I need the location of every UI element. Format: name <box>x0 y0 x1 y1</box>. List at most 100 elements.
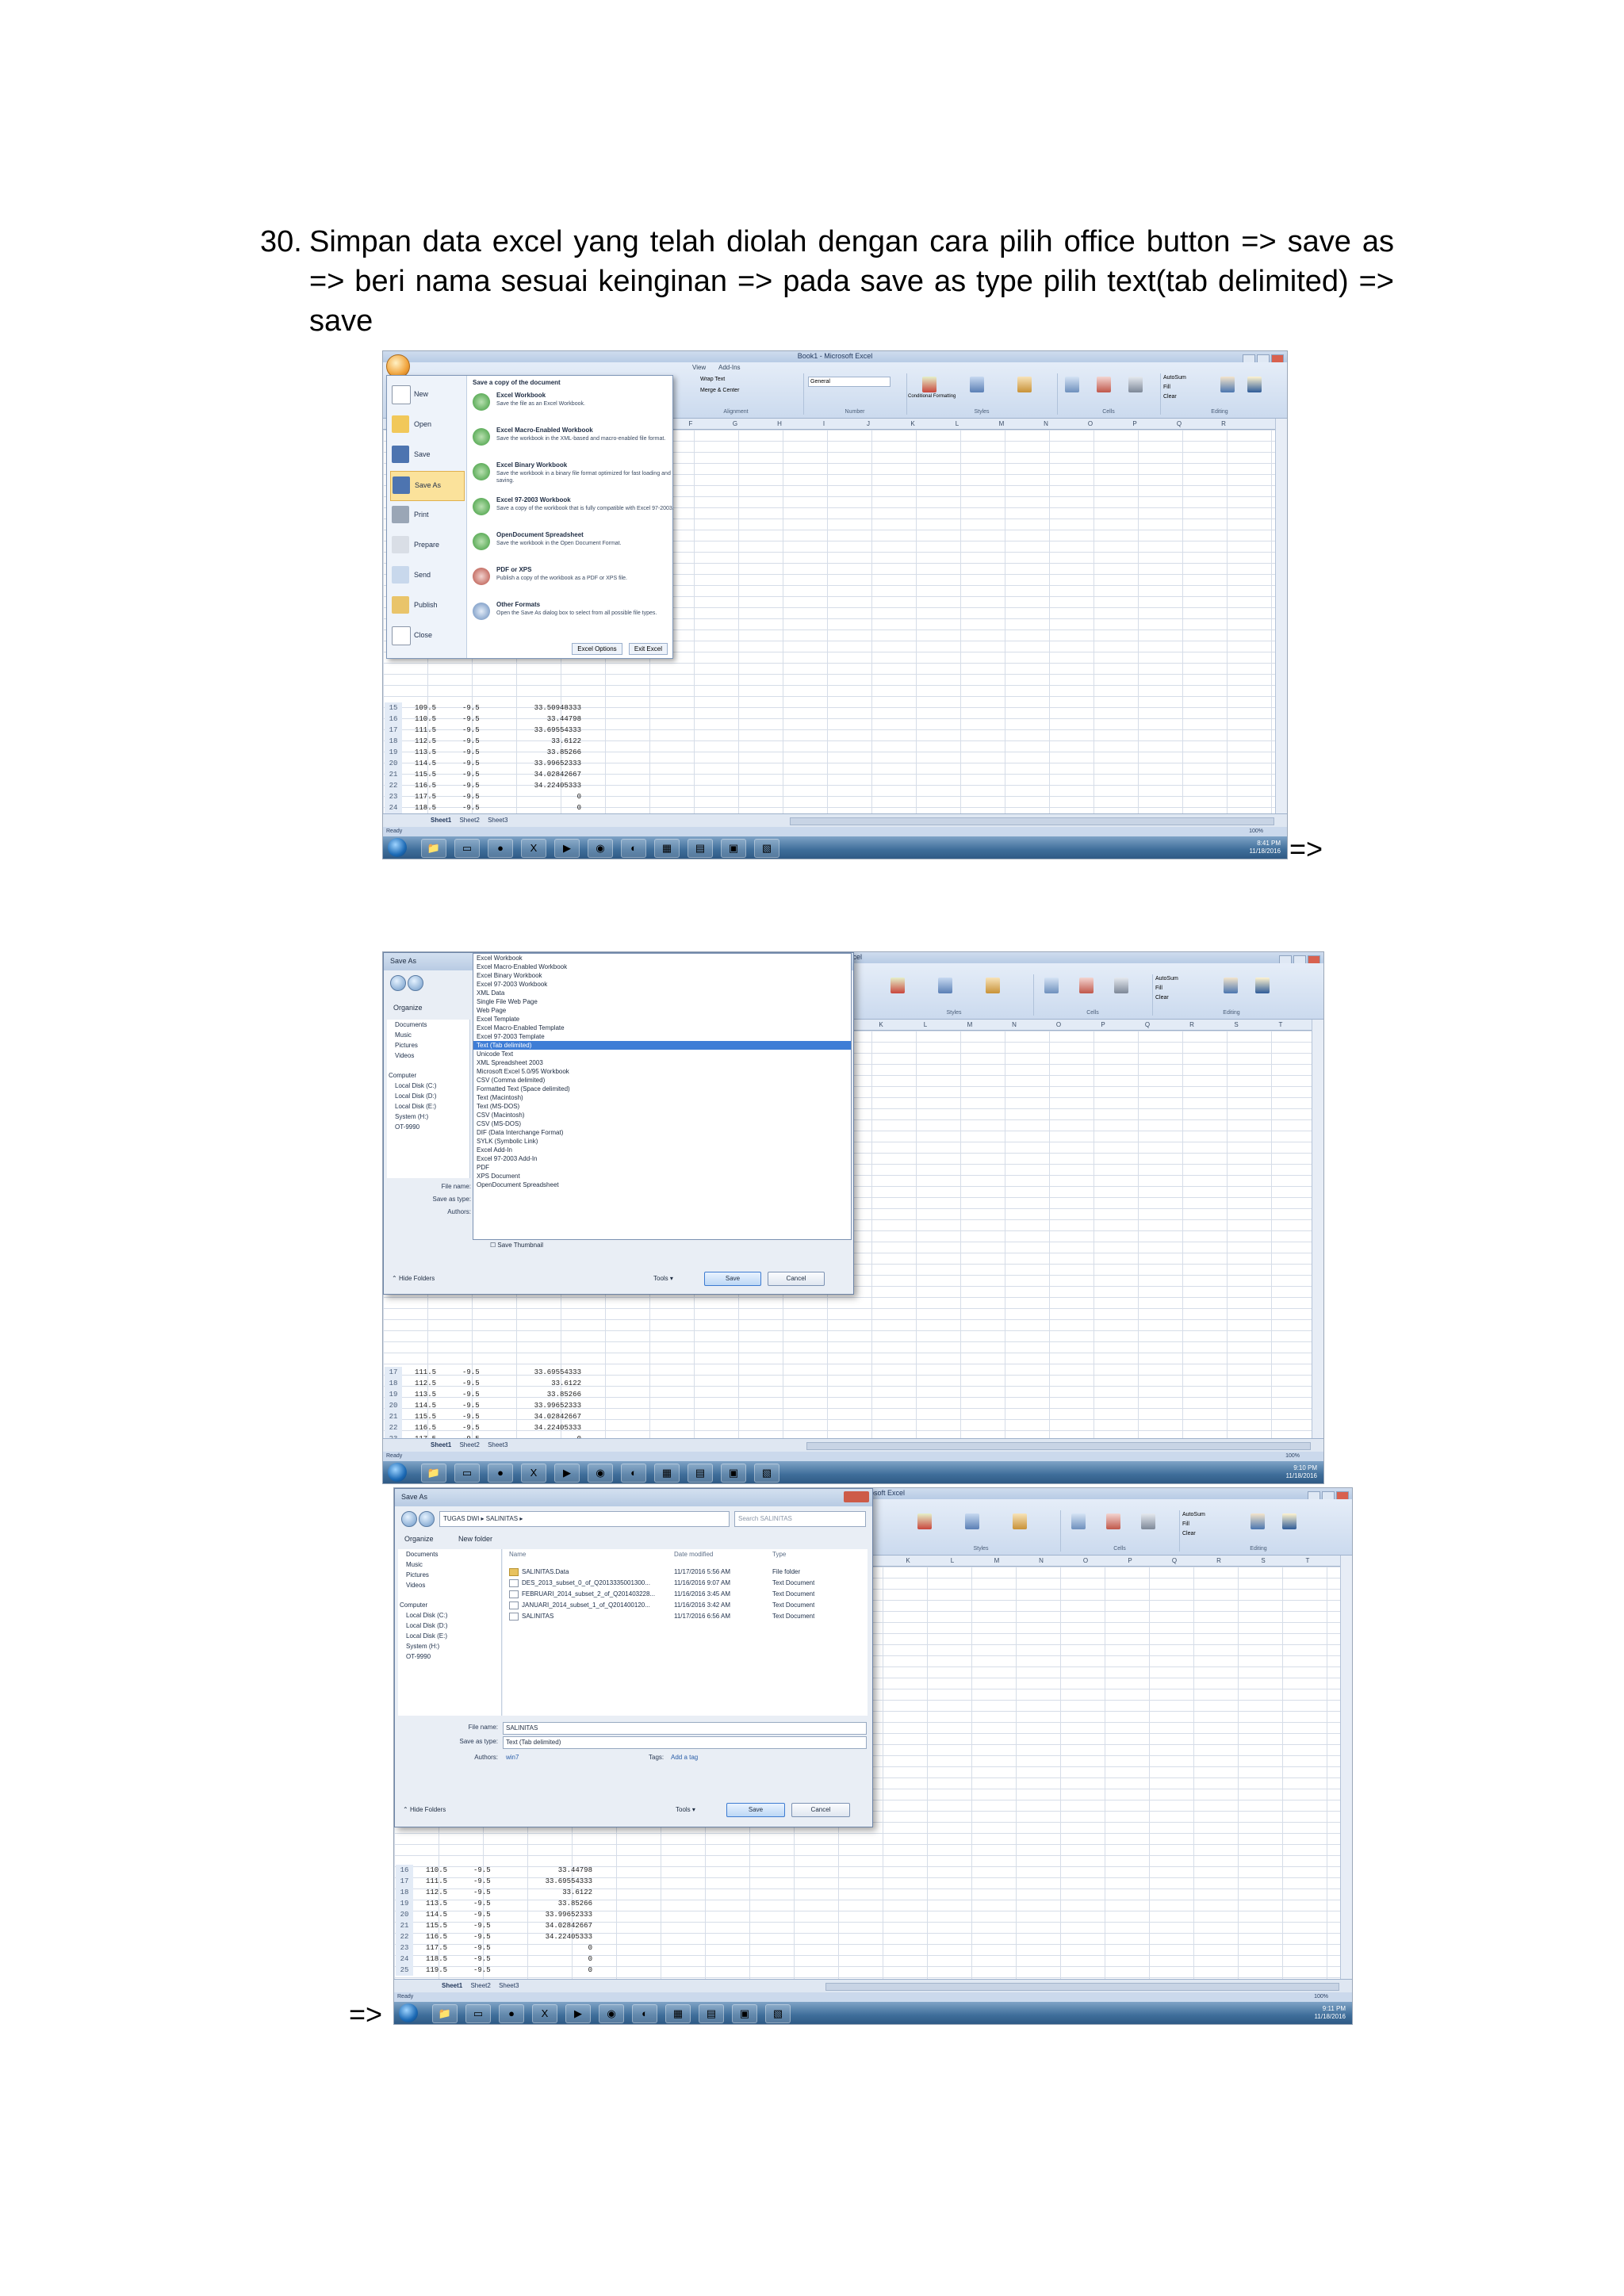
delete-icon[interactable] <box>1079 978 1094 993</box>
format-icon[interactable] <box>1114 978 1128 993</box>
system-clock[interactable]: 9:11 PM 11/18/2016 <box>1315 2005 1346 2021</box>
column-header[interactable]: P <box>1081 1020 1125 1030</box>
file-type-option[interactable]: Excel 97-2003 Add-In <box>473 1154 851 1163</box>
cell-value[interactable]: 33.85266 <box>513 1898 592 1909</box>
cell-y[interactable]: -9.5 <box>462 1422 480 1433</box>
save-option-excel-workbook[interactable]: Excel Workbook Save the file as an Excel … <box>471 390 668 423</box>
column-date[interactable]: Date modified <box>674 1551 713 1558</box>
app-icon[interactable]: ◐ <box>621 1464 646 1483</box>
row-number[interactable]: 18 <box>385 736 402 747</box>
insert-icon[interactable] <box>1044 978 1059 993</box>
autosum-button[interactable]: AutoSum <box>1182 1512 1205 1517</box>
cell-value[interactable]: 33.6122 <box>513 1887 592 1898</box>
forward-icon[interactable] <box>419 1511 435 1527</box>
nav-item[interactable]: Local Disk (C:) <box>398 1610 501 1621</box>
cell-value[interactable]: 34.02842667 <box>502 1411 581 1422</box>
app-icon[interactable]: ▣ <box>721 839 746 858</box>
column-header[interactable]: I <box>802 419 846 429</box>
row-number[interactable]: 23 <box>396 1942 413 1954</box>
menu-save[interactable]: Save <box>390 441 463 469</box>
sheet-tab[interactable]: Sheet2 <box>459 814 479 827</box>
cell-y[interactable]: -9.5 <box>462 1411 480 1422</box>
format-table-icon[interactable] <box>938 978 952 993</box>
column-header[interactable]: P <box>1108 1556 1152 1566</box>
cell-y[interactable]: -9.5 <box>462 1389 480 1400</box>
cell-y[interactable]: -9.5 <box>473 1876 491 1887</box>
start-button[interactable] <box>388 1463 407 1482</box>
cell-value[interactable]: 0 <box>502 791 581 802</box>
cell-value[interactable]: 33.69554333 <box>513 1876 592 1887</box>
tags-input[interactable]: Add a tag <box>671 1754 698 1761</box>
hide-folders-button[interactable]: ⌃ Hide Folders <box>403 1806 446 1813</box>
column-header[interactable]: K <box>859 1020 903 1030</box>
row-number[interactable]: 22 <box>396 1931 413 1942</box>
menu-new[interactable]: New <box>390 381 463 409</box>
tab-add-ins[interactable]: Add-Ins <box>718 364 741 371</box>
tab-view[interactable]: View <box>692 364 706 371</box>
nav-item[interactable]: OT-9990 <box>398 1651 501 1662</box>
file-row[interactable]: JANUARI_2014_subset_1_of_Q201400120... 11… <box>503 1600 868 1611</box>
horizontal-scrollbar[interactable] <box>825 1983 1339 1991</box>
column-header[interactable]: S <box>1214 1020 1258 1030</box>
sort-filter-icon[interactable] <box>1220 377 1235 392</box>
sheet-tab[interactable]: Sheet2 <box>470 1980 490 1992</box>
nav-item[interactable]: Local Disk (D:) <box>398 1621 501 1631</box>
sort-filter-icon[interactable] <box>1251 1513 1265 1529</box>
format-icon[interactable] <box>1141 1513 1155 1529</box>
nav-item[interactable]: Documents <box>387 1020 469 1030</box>
row-number[interactable]: 20 <box>385 758 402 769</box>
insert-icon[interactable] <box>1071 1513 1086 1529</box>
back-icon[interactable] <box>401 1511 417 1527</box>
column-header[interactable]: J <box>846 419 891 429</box>
file-type-option[interactable]: Text (MS-DOS) <box>473 1102 851 1111</box>
file-row[interactable]: DES_2013_subset_0_of_Q2013335001300... 11… <box>503 1578 868 1589</box>
nav-item[interactable]: Local Disk (E:) <box>387 1101 469 1112</box>
sheet-tab[interactable]: Sheet3 <box>499 1980 519 1992</box>
cell-x[interactable]: 111.5 <box>415 1367 436 1378</box>
cell-x[interactable]: 117.5 <box>415 791 436 802</box>
file-name-input[interactable]: SALINITAS <box>503 1722 867 1735</box>
save-thumbnail-checkbox[interactable]: ☐ Save Thumbnail <box>490 1242 543 1249</box>
cell-value[interactable]: 34.22405333 <box>502 1422 581 1433</box>
file-type-option[interactable]: PDF <box>473 1163 851 1172</box>
cell-x[interactable]: 114.5 <box>415 1400 436 1411</box>
column-header[interactable]: T <box>1258 1020 1303 1030</box>
file-row[interactable]: SALINITAS.Data 11/17/2016 5:56 AM File fol… <box>503 1567 868 1578</box>
app-icon[interactable]: ▧ <box>765 2004 791 2023</box>
cell-x[interactable]: 112.5 <box>415 1378 436 1389</box>
row-number[interactable]: 20 <box>385 1400 402 1411</box>
file-type-option[interactable]: Text (Macintosh) <box>473 1093 851 1102</box>
cell-y[interactable]: -9.5 <box>462 780 480 791</box>
sort-filter-icon[interactable] <box>1224 978 1238 993</box>
cell-y[interactable]: -9.5 <box>462 769 480 780</box>
authors-value[interactable]: win7 <box>506 1754 519 1761</box>
nav-item[interactable]: Videos <box>387 1050 469 1061</box>
start-button[interactable] <box>399 2003 418 2022</box>
media-player-icon[interactable]: ▶ <box>554 1464 580 1483</box>
cell-value[interactable]: 0 <box>502 802 581 813</box>
row-number[interactable]: 18 <box>396 1887 413 1898</box>
cell-value[interactable]: 33.44798 <box>502 714 581 725</box>
nav-item[interactable]: System (H:) <box>387 1112 469 1122</box>
sheet-tab[interactable]: Sheet3 <box>488 814 508 827</box>
nav-item[interactable]: Documents <box>398 1549 501 1559</box>
row-number[interactable]: 19 <box>385 1389 402 1400</box>
file-type-option[interactable]: Microsoft Excel 5.0/95 Workbook <box>473 1067 851 1076</box>
column-header[interactable]: M <box>975 1556 1019 1566</box>
app-icon[interactable]: ▭ <box>454 1464 480 1483</box>
column-header[interactable]: T <box>1285 1556 1330 1566</box>
column-header[interactable]: N <box>1019 1556 1063 1566</box>
column-header[interactable]: G <box>713 419 757 429</box>
nav-item[interactable]: Pictures <box>398 1570 501 1580</box>
file-type-option[interactable]: Excel Binary Workbook <box>473 971 851 980</box>
excel-icon[interactable]: X <box>521 839 546 858</box>
cell-x[interactable]: 113.5 <box>415 1389 436 1400</box>
merge-center-button[interactable]: Merge & Center <box>700 388 739 393</box>
cell-x[interactable]: 111.5 <box>415 725 436 736</box>
column-header[interactable]: O <box>1063 1556 1108 1566</box>
file-type-option[interactable]: Unicode Text <box>473 1050 851 1058</box>
row-number[interactable]: 23 <box>385 791 402 802</box>
app-icon[interactable]: ▭ <box>465 2004 491 2023</box>
column-header[interactable]: F <box>668 419 713 429</box>
menu-close[interactable]: Close <box>390 622 463 650</box>
